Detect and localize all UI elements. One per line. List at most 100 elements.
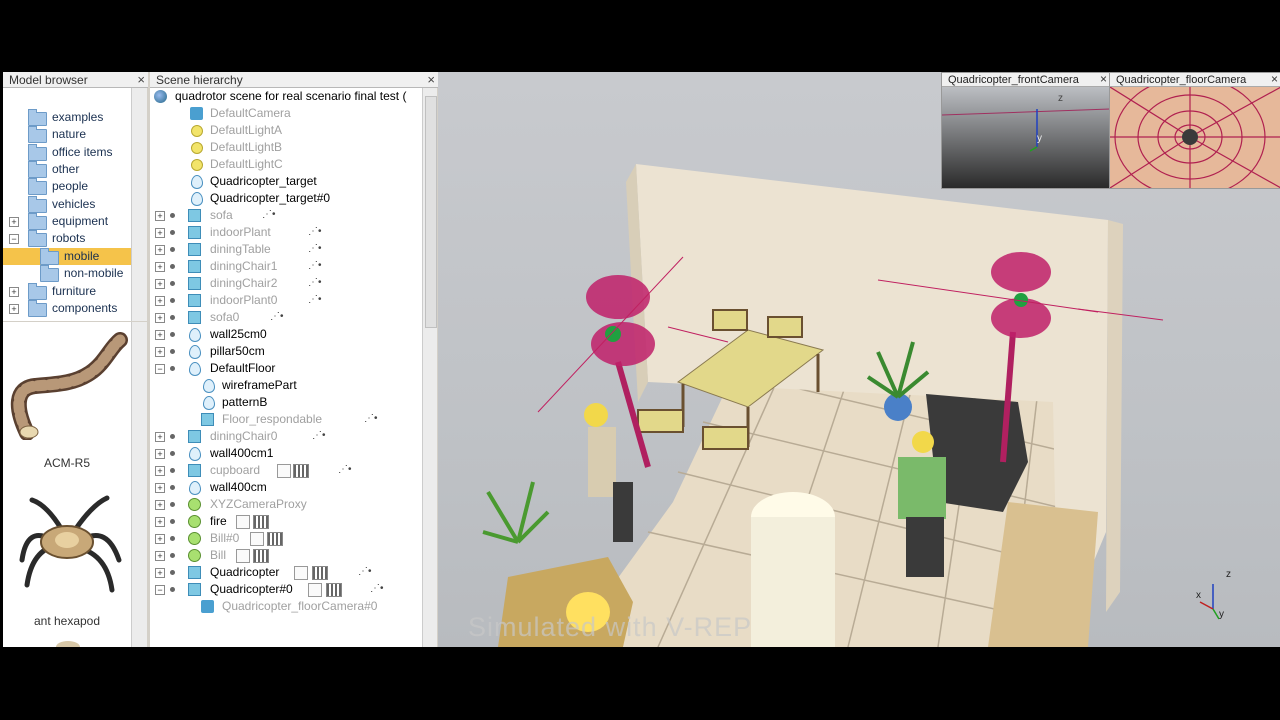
front-camera-close-icon[interactable]: × <box>1100 72 1107 86</box>
expand-plus-icon[interactable]: + <box>155 500 165 510</box>
tree-item-equipment[interactable]: + equipment <box>3 213 131 230</box>
scene-object-row[interactable]: Quadricopter_target <box>150 173 422 190</box>
expand-plus-icon[interactable]: + <box>155 262 165 272</box>
expand-plus-icon[interactable]: + <box>155 483 165 493</box>
customization-script-icon[interactable] <box>293 464 309 478</box>
scene-object-row[interactable]: wireframePart <box>150 377 422 394</box>
script-icon[interactable] <box>294 566 308 580</box>
scene-object-row[interactable]: Quadricopter_target#0 <box>150 190 422 207</box>
floor-camera-close-icon[interactable]: × <box>1271 73 1278 86</box>
tree-item-vehicles[interactable]: vehicles <box>3 196 131 213</box>
front-camera-view[interactable]: Quadricopter_frontCamera × z y <box>941 72 1111 189</box>
expand-plus-icon[interactable]: + <box>155 432 165 442</box>
expand-plus-icon[interactable]: + <box>155 330 165 340</box>
scene-object-row[interactable]: + wall400cm1 <box>150 445 422 462</box>
scene-object-row[interactable]: Quadricopter_floorCamera#0 <box>150 598 422 615</box>
script-icon[interactable] <box>277 464 291 478</box>
customization-script-icon[interactable] <box>267 532 283 546</box>
expand-plus-icon[interactable]: + <box>155 296 165 306</box>
floor-camera-view[interactable]: Quadricopter_floorCamera × <box>1109 72 1280 189</box>
expand-plus-icon[interactable]: + <box>9 304 19 314</box>
script-icon[interactable] <box>236 549 250 563</box>
scene-object-row[interactable]: + diningTable ⋰• <box>150 241 422 258</box>
scene-object-row[interactable]: DefaultLightB <box>150 139 422 156</box>
expand-plus-icon[interactable]: + <box>155 211 165 221</box>
expand-plus-icon[interactable]: + <box>155 551 165 561</box>
script-icon[interactable] <box>308 583 322 597</box>
ant-hexapod-thumbnail[interactable] <box>7 490 127 600</box>
scene-object-row[interactable]: + Quadricopter ⋰• <box>150 564 422 581</box>
tree-item-other[interactable]: other <box>3 161 131 178</box>
group-icon <box>189 345 201 359</box>
scene-object-row[interactable]: + sofa0 ⋰• <box>150 309 422 326</box>
scene-hierarchy-scrollbar[interactable] <box>422 88 437 647</box>
tree-item-mobile[interactable]: mobile <box>3 248 131 265</box>
customization-script-icon[interactable] <box>312 566 328 580</box>
collapse-minus-icon[interactable]: − <box>155 585 165 595</box>
scene-object-row[interactable]: Floor_respondable ⋰• <box>150 411 422 428</box>
expand-plus-icon[interactable]: + <box>9 287 19 297</box>
thumbnail-label-ant-hexapod: ant hexapod <box>33 614 101 628</box>
object-label: DefaultLightC <box>210 157 283 171</box>
tree-item-components[interactable]: + components <box>3 300 131 317</box>
tree-item-furniture[interactable]: + furniture <box>3 283 131 300</box>
scene-object-row[interactable]: DefaultLightA <box>150 122 422 139</box>
front-camera-title-text: Quadricopter_frontCamera <box>948 74 1079 86</box>
tree-item-people[interactable]: people <box>3 178 131 195</box>
expand-plus-icon[interactable]: + <box>155 517 165 527</box>
expand-plus-icon[interactable]: + <box>155 228 165 238</box>
scene-object-row[interactable]: − Quadricopter#0 ⋰• <box>150 581 422 598</box>
scene-root[interactable]: quadrotor scene for real scenario final … <box>150 88 422 105</box>
scene-object-row[interactable]: + fire <box>150 513 422 530</box>
tree-item-examples[interactable]: examples <box>3 109 131 126</box>
scene-object-row[interactable]: + Bill <box>150 547 422 564</box>
scrollbar-thumb[interactable] <box>425 96 437 328</box>
collapse-minus-icon[interactable]: − <box>9 234 19 244</box>
model-browser-close-icon[interactable]: × <box>137 72 145 87</box>
scene-object-row[interactable]: + cupboard ⋰• <box>150 462 422 479</box>
scene-object-row[interactable]: DefaultLightC <box>150 156 422 173</box>
expand-plus-icon[interactable]: + <box>155 313 165 323</box>
expand-plus-icon[interactable]: + <box>155 245 165 255</box>
scene-3d-view[interactable]: z x y Quadricopter_frontCamera × z y Qua… <box>438 72 1280 647</box>
tree-item-office-items[interactable]: office items <box>3 144 131 161</box>
object-label: DefaultCamera <box>210 106 291 120</box>
tree-item-non-mobile[interactable]: non-mobile <box>3 265 131 282</box>
axis-x-label: x <box>1196 590 1201 601</box>
expand-plus-icon[interactable]: + <box>155 466 165 476</box>
scene-object-row[interactable]: + pillar50cm <box>150 343 422 360</box>
expand-plus-icon[interactable]: + <box>155 347 165 357</box>
scene-object-row[interactable]: + diningChair1 ⋰• <box>150 258 422 275</box>
scene-object-row[interactable]: + wall25cm0 <box>150 326 422 343</box>
scene-object-row[interactable]: + diningChair0 ⋰• <box>150 428 422 445</box>
scene-object-row[interactable]: + indoorPlant ⋰• <box>150 224 422 241</box>
expand-plus-icon[interactable]: + <box>155 534 165 544</box>
thumbnail-scrollbar[interactable] <box>131 322 147 647</box>
customization-script-icon[interactable] <box>253 515 269 529</box>
scene-object-row[interactable]: DefaultCamera <box>150 105 422 122</box>
axis-y-label: y <box>1219 609 1224 620</box>
scene-object-row[interactable]: + XYZCameraProxy <box>150 496 422 513</box>
customization-script-icon[interactable] <box>326 583 342 597</box>
script-icon[interactable] <box>250 532 264 546</box>
expand-plus-icon[interactable]: + <box>155 279 165 289</box>
acm-r5-thumbnail[interactable] <box>5 328 129 440</box>
scene-object-row[interactable]: + wall400cm <box>150 479 422 496</box>
scene-object-row[interactable]: + diningChair2 ⋰• <box>150 275 422 292</box>
tree-item-nature[interactable]: nature <box>3 126 131 143</box>
camera-proxy-icon <box>188 498 201 511</box>
scene-object-row[interactable]: − DefaultFloor <box>150 360 422 377</box>
collapse-minus-icon[interactable]: − <box>155 364 165 374</box>
model-tree-scrollbar[interactable] <box>131 88 147 321</box>
expand-plus-icon[interactable]: + <box>155 568 165 578</box>
scene-object-row[interactable]: + sofa ⋰• <box>150 207 422 224</box>
scene-hierarchy-close-icon[interactable]: × <box>427 72 435 87</box>
scene-object-row[interactable]: patternB <box>150 394 422 411</box>
scene-object-row[interactable]: + Bill#0 <box>150 530 422 547</box>
tree-item-robots[interactable]: − robots <box>3 230 131 247</box>
script-icon[interactable] <box>236 515 250 529</box>
customization-script-icon[interactable] <box>253 549 269 563</box>
scene-object-row[interactable]: + indoorPlant0 ⋰• <box>150 292 422 309</box>
expand-plus-icon[interactable]: + <box>155 449 165 459</box>
expand-plus-icon[interactable]: + <box>9 217 19 227</box>
